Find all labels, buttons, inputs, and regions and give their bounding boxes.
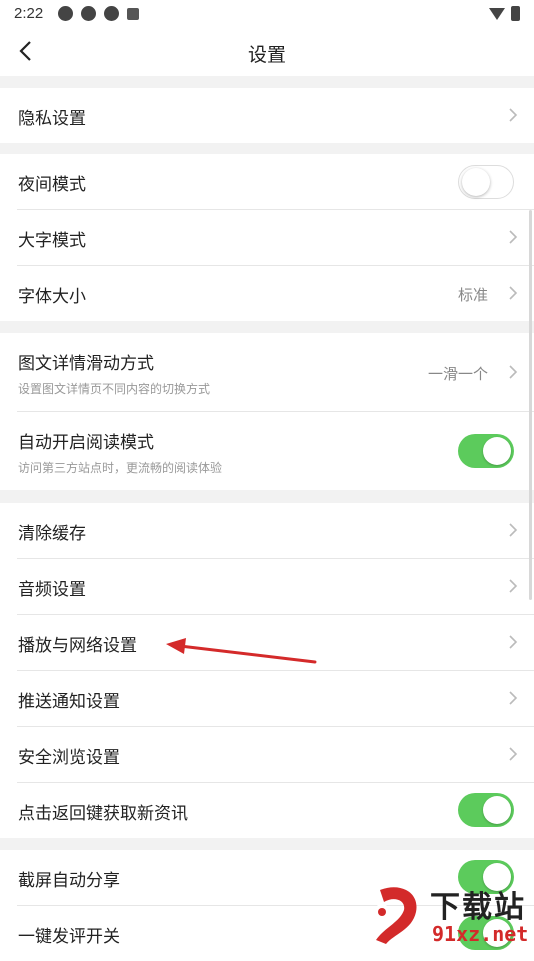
chevron-right-icon <box>509 286 518 300</box>
settings-group-privacy: 隐私设置 <box>0 88 534 143</box>
battery-icon <box>511 6 520 21</box>
row-label: 截屏自动分享 <box>18 871 120 891</box>
chevron-right-icon <box>509 108 518 122</box>
row-subtitle: 设置图文详情页不同内容的切换方式 <box>18 382 211 396</box>
row-back-key-refresh[interactable]: 点击返回键获取新资讯 <box>17 783 534 838</box>
annotation-arrow-icon <box>166 638 317 664</box>
settings-group-display: 夜间模式 大字模式 字体大小 标准 <box>0 154 534 321</box>
row-large-text-mode[interactable]: 大字模式 <box>17 210 534 266</box>
swipe-mode-value: 一滑一个 <box>427 365 488 383</box>
row-label: 音频设置 <box>18 580 86 600</box>
row-subtitle: 访问第三方站点时，更流畅的阅读体验 <box>18 461 223 475</box>
back-key-refresh-toggle[interactable] <box>458 793 514 827</box>
watermark-text: 下载站 <box>430 890 526 925</box>
row-label: 夜间模式 <box>18 175 86 195</box>
row-night-mode[interactable]: 夜间模式 <box>17 154 534 210</box>
row-push-notification-settings[interactable]: 推送通知设置 <box>17 671 534 727</box>
row-label: 字体大小 <box>18 287 86 307</box>
chevron-right-icon <box>509 579 518 593</box>
row-label: 清除缓存 <box>18 524 86 544</box>
row-swipe-mode[interactable]: 图文详情滑动方式 设置图文详情页不同内容的切换方式 一滑一个 <box>17 333 534 412</box>
chevron-right-icon <box>509 523 518 537</box>
notification-icon <box>81 6 96 21</box>
row-clear-cache[interactable]: 清除缓存 <box>17 503 534 559</box>
watermark-url: 91xz.net <box>432 922 529 946</box>
header: 设置 <box>0 28 534 76</box>
watermark: 下载站 91xz.net <box>360 878 534 950</box>
chevron-right-icon <box>509 691 518 705</box>
scrollbar[interactable] <box>529 210 532 600</box>
chevron-right-icon <box>509 747 518 761</box>
row-safe-browsing-settings[interactable]: 安全浏览设置 <box>17 727 534 783</box>
settings-group-reading: 图文详情滑动方式 设置图文详情页不同内容的切换方式 一滑一个 自动开启阅读模式 … <box>0 333 534 490</box>
auto-reading-mode-toggle[interactable] <box>458 434 514 468</box>
chevron-right-icon <box>509 635 518 649</box>
row-label: 一键发评开关 <box>18 927 120 947</box>
row-audio-settings[interactable]: 音频设置 <box>17 559 534 615</box>
chevron-right-icon <box>509 365 518 379</box>
row-font-size[interactable]: 字体大小 标准 <box>17 266 534 321</box>
font-size-value: 标准 <box>457 286 488 304</box>
page-title: 设置 <box>247 44 286 66</box>
row-label: 推送通知设置 <box>18 692 120 712</box>
row-auto-reading-mode[interactable]: 自动开启阅读模式 访问第三方站点时，更流畅的阅读体验 <box>17 412 534 490</box>
row-label: 自动开启阅读模式 <box>18 433 154 453</box>
row-privacy-settings[interactable]: 隐私设置 <box>17 88 534 143</box>
notification-icon <box>127 8 139 20</box>
notification-icon <box>104 6 119 21</box>
wifi-icon <box>489 7 505 20</box>
row-label: 点击返回键获取新资讯 <box>18 804 188 824</box>
row-label: 隐私设置 <box>18 109 86 129</box>
row-label: 播放与网络设置 <box>18 636 137 656</box>
status-bar: 2:22 <box>0 0 534 28</box>
notification-icon <box>58 6 73 21</box>
row-label: 安全浏览设置 <box>18 748 120 768</box>
row-label: 图文详情滑动方式 <box>18 354 154 374</box>
row-label: 大字模式 <box>18 231 86 251</box>
notification-icons <box>58 6 139 21</box>
status-time: 2:22 <box>14 5 44 22</box>
watermark-logo-icon <box>374 887 417 944</box>
chevron-right-icon <box>509 230 518 244</box>
night-mode-toggle[interactable] <box>458 165 514 199</box>
